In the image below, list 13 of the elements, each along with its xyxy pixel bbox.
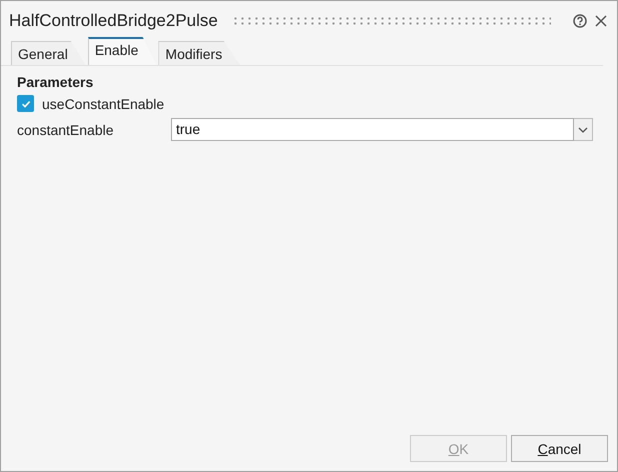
- checkbox[interactable]: [17, 95, 34, 112]
- field-label: constantEnable: [17, 122, 115, 138]
- dropdown-button[interactable]: [574, 118, 593, 141]
- dropdown-field[interactable]: true: [171, 118, 574, 141]
- dialog-button[interactable]: Cancel: [511, 435, 608, 462]
- tab[interactable]: Modifiers: [158, 41, 240, 65]
- section-title: Parameters: [17, 74, 94, 90]
- help-icon[interactable]: [573, 14, 587, 28]
- tab[interactable]: General: [11, 41, 86, 65]
- chevron-down-icon: [578, 126, 588, 132]
- window-title: HalfControlledBridge2Pulse: [9, 11, 218, 31]
- close-icon[interactable]: [595, 15, 607, 27]
- checkbox-label: useConstantEnable: [42, 96, 164, 112]
